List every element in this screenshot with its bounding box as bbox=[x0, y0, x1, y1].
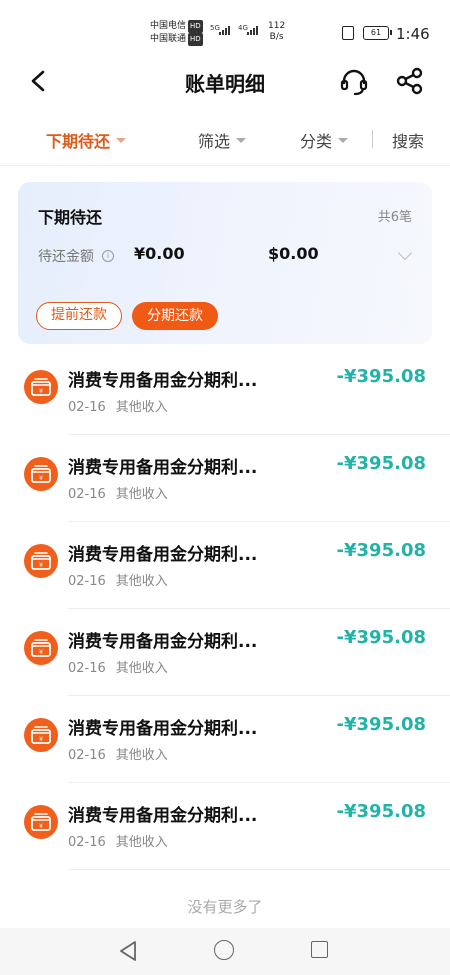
transaction-category: 其他收入 bbox=[115, 487, 168, 502]
summary-count: 共6笔 bbox=[377, 210, 412, 225]
caret-down-icon bbox=[116, 137, 127, 143]
transaction-name: 消费专用备用金分期利... bbox=[68, 719, 258, 739]
net-speed-value: 112 bbox=[268, 21, 286, 31]
transaction-meta: 02-16 其他收入 bbox=[68, 396, 168, 415]
amount-cny: ¥0.00 bbox=[134, 244, 185, 263]
battery-icon: 61 bbox=[363, 26, 392, 40]
transaction-category: 其他收入 bbox=[115, 661, 168, 676]
headset-icon[interactable] bbox=[338, 66, 370, 98]
transaction-amount: -¥395.08 bbox=[336, 366, 426, 387]
transaction-date: 02-16 bbox=[68, 748, 106, 763]
wallet-icon: ¥ bbox=[24, 718, 58, 752]
status-time: 1:46 bbox=[396, 25, 430, 43]
transaction-name: 消费专用备用金分期利... bbox=[68, 806, 258, 826]
transaction-date: 02-16 bbox=[68, 487, 106, 502]
svg-text:¥: ¥ bbox=[39, 562, 43, 569]
wallet-icon: ¥ bbox=[24, 544, 58, 578]
svg-text:¥: ¥ bbox=[39, 475, 43, 482]
amount-usd: $0.00 bbox=[268, 244, 319, 263]
transaction-date: 02-16 bbox=[68, 661, 106, 676]
wallet-icon: ¥ bbox=[24, 457, 58, 491]
transaction-amount: -¥395.08 bbox=[336, 801, 426, 822]
transaction-name: 消费专用备用金分期利... bbox=[68, 371, 258, 391]
nav-recents-icon[interactable] bbox=[311, 941, 328, 958]
battery-level: 61 bbox=[370, 28, 382, 37]
transaction-amount: -¥395.08 bbox=[336, 540, 426, 561]
filter-period-dropdown[interactable]: 下期待还 bbox=[46, 128, 127, 152]
net-speed: 112 B/s bbox=[268, 21, 285, 43]
category-dropdown[interactable]: 分类 bbox=[300, 128, 349, 152]
carrier-info: 中国电信 HD 中国联通 HD bbox=[150, 20, 203, 46]
nav-home-icon[interactable] bbox=[214, 940, 234, 960]
chevron-down-icon[interactable] bbox=[397, 245, 413, 261]
prepay-button[interactable]: 提前还款 bbox=[36, 302, 122, 330]
no-more-text: 没有更多了 bbox=[187, 898, 263, 916]
signal-bars-icon bbox=[247, 26, 258, 35]
search-button[interactable]: 搜索 bbox=[392, 128, 424, 152]
transaction-row[interactable]: ¥ 消费专用备用金分期利... 02-16 其他收入 -¥395.08 bbox=[0, 522, 450, 609]
wallet-icon: ¥ bbox=[24, 805, 58, 839]
transaction-row[interactable]: ¥ 消费专用备用金分期利... 02-16 其他收入 -¥395.08 bbox=[0, 783, 450, 870]
wallet-icon: ¥ bbox=[24, 631, 58, 665]
row-divider bbox=[68, 869, 450, 870]
transaction-category: 其他收入 bbox=[115, 835, 168, 850]
hd-badge: HD bbox=[188, 33, 203, 46]
transaction-date: 02-16 bbox=[68, 574, 106, 589]
filter-period-label: 下期待还 bbox=[46, 132, 111, 151]
summary-card: 下期待还 共6笔 待还金额 i ¥0.00 $0.00 提前还款 分期还款 bbox=[18, 182, 432, 344]
transaction-name: 消费专用备用金分期利... bbox=[68, 458, 258, 478]
transaction-meta: 02-16 其他收入 bbox=[68, 657, 168, 676]
share-icon[interactable] bbox=[395, 66, 425, 96]
transaction-meta: 02-16 其他收入 bbox=[68, 570, 168, 589]
category-label: 分类 bbox=[300, 132, 333, 151]
wallet-icon: ¥ bbox=[24, 370, 58, 404]
installment-button[interactable]: 分期还款 bbox=[132, 302, 218, 330]
transaction-meta: 02-16 其他收入 bbox=[68, 483, 168, 502]
transaction-row[interactable]: ¥ 消费专用备用金分期利... 02-16 其他收入 -¥395.08 bbox=[0, 696, 450, 783]
transaction-amount: -¥395.08 bbox=[336, 453, 426, 474]
page-title: 账单明细 bbox=[185, 72, 265, 96]
svg-text:¥: ¥ bbox=[39, 823, 43, 830]
transaction-name: 消费专用备用金分期利... bbox=[68, 545, 258, 565]
signal-bars-icon bbox=[219, 26, 230, 35]
carrier-2: 中国联通 bbox=[150, 34, 187, 44]
transaction-amount: -¥395.08 bbox=[336, 627, 426, 648]
filter-bar: 下期待还 筛选 分类 搜索 bbox=[0, 116, 450, 166]
app-header: 账单明细 bbox=[0, 56, 450, 108]
status-bar: 中国电信 HD 中国联通 HD 5G 4G 112 B/s 61 1:46 bbox=[0, 0, 450, 56]
summary-title: 下期待还 bbox=[38, 208, 103, 227]
svg-text:¥: ¥ bbox=[39, 388, 43, 395]
info-icon[interactable]: i bbox=[102, 250, 114, 262]
carrier-1: 中国电信 bbox=[150, 21, 187, 31]
transaction-category: 其他收入 bbox=[115, 574, 168, 589]
transaction-amount: -¥395.08 bbox=[336, 714, 426, 735]
transaction-name: 消费专用备用金分期利... bbox=[68, 632, 258, 652]
transaction-category: 其他收入 bbox=[115, 400, 168, 415]
transaction-row[interactable]: ¥ 消费专用备用金分期利... 02-16 其他收入 -¥395.08 bbox=[0, 435, 450, 522]
divider bbox=[372, 130, 373, 148]
transaction-date: 02-16 bbox=[68, 835, 106, 850]
transaction-meta: 02-16 其他收入 bbox=[68, 831, 168, 850]
hd-badge: HD bbox=[188, 20, 203, 33]
transaction-list: ¥ 消费专用备用金分期利... 02-16 其他收入 -¥395.08 ¥ 消费专用备用金分… bbox=[0, 348, 450, 870]
transaction-meta: 02-16 其他收入 bbox=[68, 744, 168, 763]
amount-label-text: 待还金额 bbox=[38, 249, 94, 265]
amount-label: 待还金额 i bbox=[38, 246, 114, 266]
svg-text:¥: ¥ bbox=[39, 649, 43, 656]
transaction-row[interactable]: ¥ 消费专用备用金分期利... 02-16 其他收入 -¥395.08 bbox=[0, 609, 450, 696]
system-nav-bar bbox=[0, 928, 450, 975]
nav-back-icon[interactable] bbox=[118, 940, 138, 962]
filter-label: 筛选 bbox=[198, 132, 231, 151]
transaction-category: 其他收入 bbox=[115, 748, 168, 763]
caret-down-icon bbox=[338, 137, 349, 143]
vibrate-icon bbox=[342, 26, 354, 40]
svg-text:¥: ¥ bbox=[39, 736, 43, 743]
filter-dropdown[interactable]: 筛选 bbox=[198, 128, 247, 152]
caret-down-icon bbox=[236, 137, 247, 143]
transaction-date: 02-16 bbox=[68, 400, 106, 415]
net-speed-unit: B/s bbox=[269, 32, 284, 42]
transaction-row[interactable]: ¥ 消费专用备用金分期利... 02-16 其他收入 -¥395.08 bbox=[0, 348, 450, 435]
